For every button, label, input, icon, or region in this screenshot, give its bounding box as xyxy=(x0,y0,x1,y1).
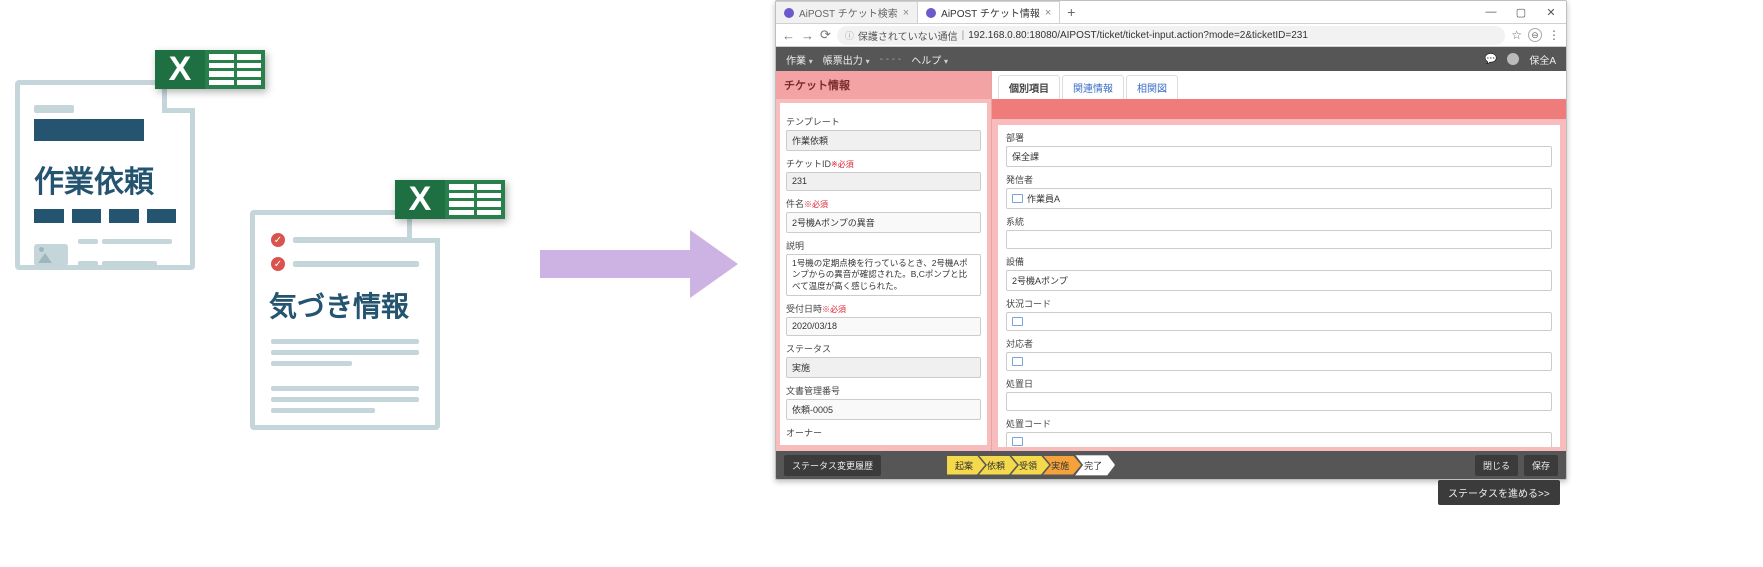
tab-correlation[interactable]: 相関図 xyxy=(1126,75,1178,99)
kebab-menu-icon[interactable]: ⋮ xyxy=(1548,28,1560,42)
owner-label: オーナー xyxy=(786,426,981,439)
ticket-info-panel: チケット情報 テンプレート 作業依頼 チケットID※必須 231 件名※必須 2… xyxy=(776,71,992,453)
document-card-work-request: 作業依頼 xyxy=(15,80,195,270)
subject-field[interactable]: 2号機Aポンプの異音 xyxy=(786,212,981,233)
status-field: 実施 xyxy=(786,357,981,378)
check-icon: ✓ xyxy=(271,233,285,247)
lookup-icon[interactable] xyxy=(1012,357,1023,366)
url-text: 192.168.0.80:18080/AIPOST/ticket/ticket-… xyxy=(968,30,1308,41)
lookup-icon[interactable] xyxy=(1012,194,1023,203)
nav-forward-button[interactable]: → xyxy=(801,28,814,43)
browser-tab-active[interactable]: AiPOST チケット情報 × xyxy=(918,1,1060,23)
docno-label: 文書管理番号 xyxy=(786,384,981,397)
insecure-label: 保護されていない通信 xyxy=(858,28,958,43)
status-history-button[interactable]: ステータス変更履歴 xyxy=(784,455,881,476)
favicon-icon xyxy=(926,8,936,18)
window-minimize-button[interactable]: — xyxy=(1476,1,1506,23)
nav-back-button[interactable]: ← xyxy=(782,28,795,43)
browser-url-bar: ← → ⟳ ⓘ 保護されていない通信 | 192.168.0.80:18080/… xyxy=(776,24,1566,47)
browser-tab-inactive[interactable]: AiPOST チケット検索 × xyxy=(776,1,918,23)
status-label: ステータス xyxy=(786,342,981,355)
description-label: 説明 xyxy=(786,239,981,252)
wf-step-done[interactable]: 完了 xyxy=(1075,455,1115,476)
system-field[interactable] xyxy=(1006,230,1552,249)
template-field: 作業依頼 xyxy=(786,130,981,151)
menu-work[interactable]: 作業 ▾ xyxy=(786,52,813,67)
tab-individual[interactable]: 個別項目 xyxy=(998,75,1060,99)
browser-titlebar: AiPOST チケット検索 × AiPOST チケット情報 × + — ▢ ✕ xyxy=(776,1,1566,24)
browser-tab-title: AiPOST チケット情報 xyxy=(941,5,1040,20)
arrow-right-icon xyxy=(540,230,738,298)
responder-field[interactable] xyxy=(1006,352,1552,371)
resdate-label: 処置日 xyxy=(1006,377,1552,390)
user-avatar-icon[interactable] xyxy=(1507,53,1519,65)
ticket-id-label: チケットID※必須 xyxy=(786,157,981,170)
lookup-icon[interactable] xyxy=(1012,317,1023,326)
template-label: テンプレート xyxy=(786,115,981,128)
sitcode-field[interactable] xyxy=(1006,312,1552,331)
favicon-icon xyxy=(784,8,794,18)
check-icon: ✓ xyxy=(271,257,285,271)
excel-icon: X xyxy=(155,50,265,89)
window-close-button[interactable]: ✕ xyxy=(1536,1,1566,23)
subject-label: 件名※必須 xyxy=(786,197,981,210)
ticket-id-field: 231 xyxy=(786,172,981,191)
window-maximize-button[interactable]: ▢ xyxy=(1506,1,1536,23)
dept-label: 部署 xyxy=(1006,131,1552,144)
detail-panel: 個別項目 関連情報 相関図 部署 保全課 発信者 作業員A 系統 設備 2号機A… xyxy=(992,71,1566,453)
issuer-label: 発信者 xyxy=(1006,173,1552,186)
rescode-field[interactable] xyxy=(1006,432,1552,447)
doc-label: 作業依頼 xyxy=(20,155,190,209)
menu-help[interactable]: ヘルプ ▾ xyxy=(911,52,948,67)
profile-icon[interactable]: ⊖ xyxy=(1528,28,1542,42)
user-name: 保全A xyxy=(1529,52,1556,67)
rescode-label: 処置コード xyxy=(1006,417,1552,430)
document-card-notice-info: ✓ ✓ 気づき情報 xyxy=(250,210,440,430)
system-label: 系統 xyxy=(1006,215,1552,228)
star-icon[interactable]: ☆ xyxy=(1511,28,1522,42)
menu-report[interactable]: 帳票出力 ▾ xyxy=(823,52,870,67)
received-label: 受付日時※必須 xyxy=(786,302,981,315)
issuer-field[interactable]: 作業員A xyxy=(1006,188,1552,209)
app-menu-bar: 作業 ▾ 帳票出力 ▾ - - - - ヘルプ ▾ 💬 保全A xyxy=(776,47,1566,71)
close-icon[interactable]: × xyxy=(1045,7,1051,19)
doc-label: 気づき情報 xyxy=(255,283,435,333)
footer-bar: ステータス変更履歴 起案 依頼 受領 実施 完了 閉じる 保存 xyxy=(776,451,1566,479)
wf-step-draft[interactable]: 起案 xyxy=(947,456,985,475)
new-tab-button[interactable]: + xyxy=(1060,1,1082,23)
equip-field[interactable]: 2号機Aポンプ xyxy=(1006,270,1552,291)
description-field[interactable]: 1号機の定期点検を行っているとき、2号機Aポンプからの異音が確認された。B,Cポ… xyxy=(786,254,981,296)
advance-status-button[interactable]: ステータスを進める>> xyxy=(1438,480,1560,505)
equip-label: 設備 xyxy=(1006,255,1552,268)
insecure-icon: ⓘ xyxy=(845,29,854,42)
tab-related[interactable]: 関連情報 xyxy=(1062,75,1124,99)
browser-window: AiPOST チケット検索 × AiPOST チケット情報 × + — ▢ ✕ … xyxy=(775,0,1567,480)
close-icon[interactable]: × xyxy=(903,7,909,19)
received-field[interactable]: 2020/03/18 xyxy=(786,317,981,336)
lookup-icon[interactable] xyxy=(1012,437,1023,446)
workflow-steps: 起案 依頼 受領 実施 完了 xyxy=(947,455,1115,476)
accent-bar xyxy=(992,99,1566,119)
save-button[interactable]: 保存 xyxy=(1524,455,1558,476)
close-button[interactable]: 閉じる xyxy=(1475,455,1518,476)
resdate-field[interactable] xyxy=(1006,392,1552,411)
dept-field[interactable]: 保全課 xyxy=(1006,146,1552,167)
nav-reload-button[interactable]: ⟳ xyxy=(820,27,831,43)
responder-label: 対応者 xyxy=(1006,337,1552,350)
chat-icon[interactable]: 💬 xyxy=(1485,54,1497,65)
sitcode-label: 状況コード xyxy=(1006,297,1552,310)
address-input[interactable]: ⓘ 保護されていない通信 | 192.168.0.80:18080/AIPOST… xyxy=(837,26,1505,45)
browser-tab-title: AiPOST チケット検索 xyxy=(799,5,898,20)
docno-field[interactable]: 依頼-0005 xyxy=(786,399,981,420)
detail-tabs: 個別項目 関連情報 相関図 xyxy=(992,71,1566,99)
excel-icon: X xyxy=(395,180,505,219)
panel-header: チケット情報 xyxy=(776,71,991,99)
